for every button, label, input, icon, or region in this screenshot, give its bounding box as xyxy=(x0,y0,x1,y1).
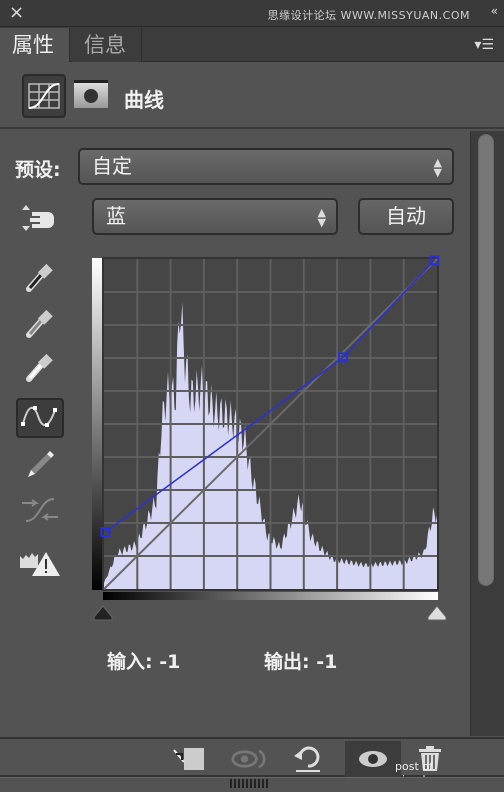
properties-header: 曲线 xyxy=(0,62,504,129)
auto-button[interactable]: 自动 xyxy=(358,198,454,235)
clip-to-layer-icon[interactable] xyxy=(170,741,210,777)
view-previous-state-icon[interactable] xyxy=(230,741,270,777)
gray-point-eyedropper-icon[interactable] xyxy=(16,302,64,342)
preset-value: 自定 xyxy=(92,154,132,178)
toggle-visibility-icon[interactable] xyxy=(345,741,401,777)
channel-select[interactable]: 蓝 ▲ ▼ xyxy=(92,198,338,235)
input-gradient-bar xyxy=(103,592,438,600)
resize-grip[interactable] xyxy=(230,779,270,788)
panel-menu-icon[interactable]: ▾☰ xyxy=(474,37,494,53)
clipping-warning-icon[interactable] xyxy=(16,542,64,582)
output-readout: 输出: -1 xyxy=(264,651,338,673)
select-arrows-icon: ▲ ▼ xyxy=(317,206,326,229)
preset-label: 预设: xyxy=(15,159,61,181)
black-point-eyedropper-icon[interactable] xyxy=(16,256,64,296)
pencil-icon[interactable] xyxy=(16,443,64,483)
preset-select[interactable]: 自定 ▲ ▼ xyxy=(78,148,454,185)
adjustment-title: 曲线 xyxy=(124,88,164,112)
curves-adjustment-icon[interactable] xyxy=(22,74,66,118)
input-readout: 输入: -1 xyxy=(107,651,181,673)
layer-mask-icon[interactable] xyxy=(74,80,108,108)
reset-icon[interactable] xyxy=(288,741,328,777)
select-arrows-icon: ▲ ▼ xyxy=(433,156,442,179)
tab-info[interactable]: 信息 xyxy=(72,28,142,62)
tab-bar: 属性 信息 ▾☰ xyxy=(0,27,504,62)
channel-value: 蓝 xyxy=(106,204,126,228)
output-gradient-bar xyxy=(92,258,102,590)
black-point-slider[interactable] xyxy=(93,605,113,621)
white-point-slider[interactable] xyxy=(427,605,447,621)
curves-graph[interactable] xyxy=(90,255,450,625)
scrollbar-thumb[interactable] xyxy=(478,134,494,586)
smooth-icon[interactable] xyxy=(16,490,64,530)
tab-properties[interactable]: 属性 xyxy=(0,28,70,62)
watermark: 思缘设计论坛 WWW.MISSYUAN.COM xyxy=(267,9,470,22)
collapse-icon[interactable]: « xyxy=(491,4,498,18)
curve-point-tool-icon[interactable] xyxy=(16,398,64,438)
on-image-adjust-icon[interactable] xyxy=(16,196,64,240)
panel-titlebar: × 思缘设计论坛 WWW.MISSYUAN.COM « xyxy=(0,0,504,27)
white-point-eyedropper-icon[interactable] xyxy=(16,346,64,386)
close-icon[interactable]: × xyxy=(9,3,24,23)
